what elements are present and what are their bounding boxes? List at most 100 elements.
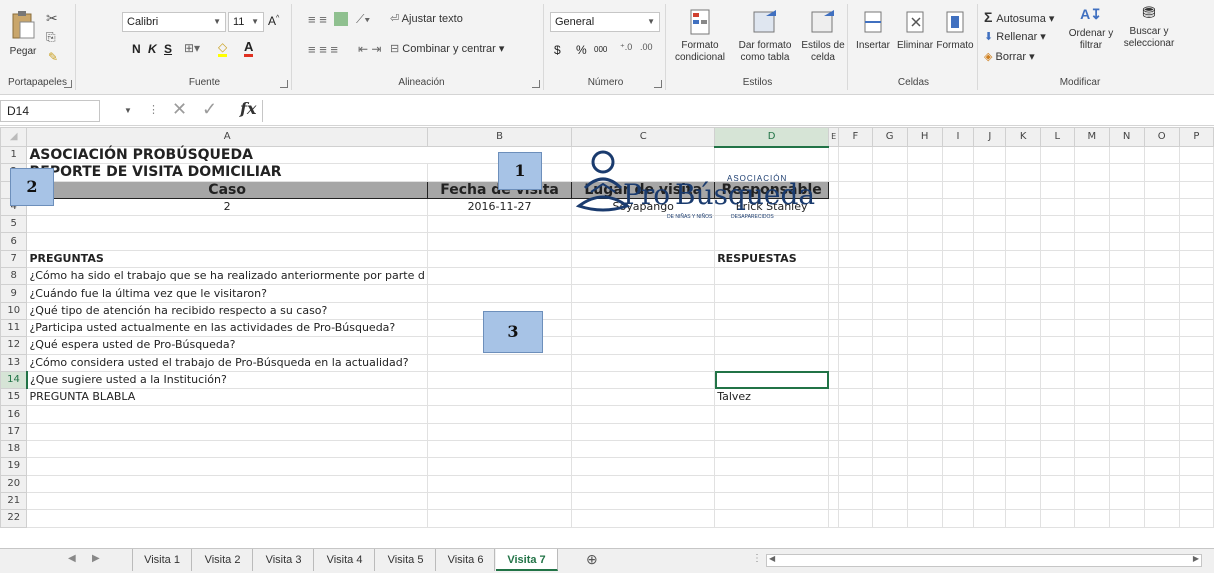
row-header[interactable]: 17 (0, 422, 28, 442)
cell[interactable] (1005, 405, 1041, 424)
cell[interactable] (1178, 422, 1214, 442)
cell[interactable] (1005, 301, 1041, 320)
cell[interactable] (571, 284, 716, 303)
cell[interactable] (1073, 232, 1110, 251)
tab-visita-4[interactable]: Visita 4 (315, 549, 375, 571)
cell[interactable] (871, 197, 908, 217)
cell[interactable] (1143, 249, 1180, 269)
cell[interactable] (714, 457, 830, 476)
cell[interactable] (714, 318, 830, 338)
cell[interactable] (838, 267, 873, 286)
column-header-o[interactable]: O (1143, 127, 1180, 147)
row-header[interactable]: 19 (0, 457, 28, 476)
row-header[interactable]: 20 (0, 474, 28, 493)
column-header-p[interactable]: P (1178, 127, 1214, 147)
cell[interactable] (973, 267, 1007, 286)
cell-a12[interactable]: ¿Qué espera usted de Pro-Búsqueda? (26, 336, 428, 355)
cell[interactable] (941, 336, 975, 355)
row-header[interactable]: 13 (0, 353, 28, 372)
cell[interactable] (1108, 509, 1145, 528)
insert-cells-button[interactable]: Insertar (852, 8, 894, 52)
percent-button[interactable]: % (576, 43, 587, 57)
cell[interactable] (828, 422, 840, 442)
cell[interactable] (1005, 284, 1041, 303)
column-header-h[interactable]: H (906, 127, 943, 147)
probusqueda-logo[interactable]: Pro Búsqueda ASOCIACIÓN DE NIÑAS Y NIÑOS… (575, 148, 815, 220)
cell[interactable] (973, 215, 1007, 234)
cell[interactable] (941, 301, 975, 320)
cell[interactable] (1108, 370, 1145, 390)
cell[interactable] (828, 301, 840, 320)
cell[interactable] (1108, 422, 1145, 442)
cell[interactable] (714, 474, 830, 493)
cell[interactable] (838, 370, 873, 390)
cell[interactable] (1005, 422, 1041, 442)
currency-button[interactable]: $ (554, 43, 561, 57)
cell[interactable] (973, 353, 1007, 372)
cell[interactable] (1178, 267, 1214, 286)
select-all-corner[interactable]: ◢ (0, 127, 28, 147)
cell[interactable] (838, 301, 873, 320)
cell[interactable] (1039, 440, 1075, 459)
cell[interactable] (1005, 215, 1041, 234)
cell[interactable] (941, 318, 975, 338)
cell[interactable] (1039, 232, 1075, 251)
cell[interactable] (1108, 284, 1145, 303)
cell[interactable] (838, 284, 873, 303)
cell[interactable] (973, 422, 1007, 442)
cell[interactable] (1073, 405, 1110, 424)
cell[interactable] (906, 388, 943, 407)
cell[interactable] (906, 370, 943, 390)
cell[interactable] (838, 388, 873, 407)
cell[interactable] (828, 353, 840, 372)
cell[interactable] (1143, 336, 1180, 355)
cell[interactable] (973, 509, 1007, 528)
cell-b4[interactable]: 2016-11-27 (426, 197, 573, 217)
cell[interactable] (714, 301, 830, 320)
indent-icon[interactable]: ⇤ ⇥ (358, 42, 381, 56)
cell[interactable] (973, 163, 1007, 182)
cell[interactable] (1143, 474, 1180, 493)
cell[interactable] (1073, 388, 1110, 407)
cell[interactable] (906, 318, 943, 338)
format-painter-icon[interactable]: ✎ (48, 50, 58, 64)
cell[interactable] (941, 215, 975, 234)
cell[interactable] (1005, 145, 1041, 165)
cell[interactable] (906, 215, 943, 234)
tab-visita-3[interactable]: Visita 3 (254, 549, 314, 571)
cell[interactable] (1178, 232, 1214, 251)
cell[interactable] (838, 249, 873, 269)
cell[interactable] (828, 509, 840, 528)
cell[interactable] (426, 353, 573, 372)
cell[interactable] (714, 405, 830, 424)
cell[interactable] (426, 215, 573, 234)
cell[interactable] (1039, 405, 1075, 424)
font-launcher-icon[interactable] (280, 80, 288, 88)
cell[interactable] (828, 318, 840, 338)
cell[interactable] (1039, 509, 1075, 528)
cell[interactable] (1178, 318, 1214, 338)
cell[interactable] (1005, 197, 1041, 217)
cell[interactable] (871, 267, 908, 286)
cell[interactable] (941, 388, 975, 407)
cell[interactable] (1073, 197, 1110, 217)
merge-center-button[interactable]: ⊟ Combinar y centrar ▾ (390, 40, 504, 58)
borders-icon[interactable]: ⊞▾ (184, 41, 200, 55)
cell[interactable] (571, 405, 716, 424)
increase-decimal-icon[interactable]: ⁺.0 (620, 42, 632, 53)
cell-a2[interactable]: REPORTE DE VISITA DOMICILIAR (26, 163, 428, 182)
cell[interactable] (973, 284, 1007, 303)
row-header[interactable]: 10 (0, 301, 28, 320)
cell[interactable] (973, 491, 1007, 511)
cell[interactable] (941, 353, 975, 372)
cell[interactable] (838, 509, 873, 528)
cell[interactable] (871, 509, 908, 528)
tab-visita-6[interactable]: Visita 6 (437, 549, 495, 571)
italic-button[interactable]: K (148, 42, 157, 56)
cell[interactable] (1178, 336, 1214, 355)
cell[interactable] (1039, 267, 1075, 286)
cell[interactable] (1143, 318, 1180, 338)
cell[interactable] (973, 301, 1007, 320)
cell[interactable] (714, 232, 830, 251)
column-header-f[interactable]: F (838, 127, 873, 147)
